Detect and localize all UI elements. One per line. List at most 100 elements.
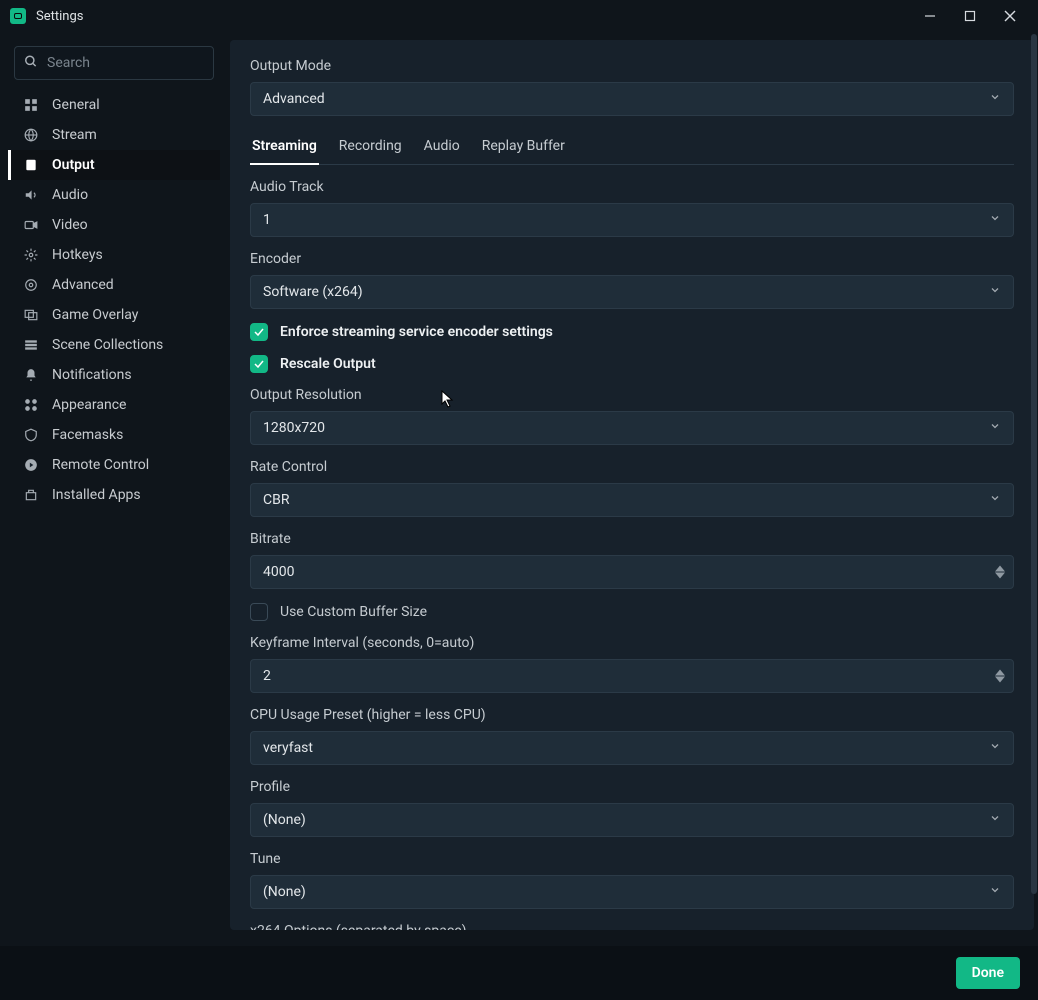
tab-streaming[interactable]: Streaming <box>250 132 319 164</box>
globe-icon <box>22 128 40 142</box>
output-tabs: Streaming Recording Audio Replay Buffer <box>250 132 1014 165</box>
apps-icon <box>22 488 40 502</box>
audio-track-label: Audio Track <box>250 179 1014 195</box>
custom-buffer-checkbox[interactable] <box>250 603 268 621</box>
audio-track-select[interactable]: 1 <box>250 203 1014 237</box>
video-icon <box>22 218 40 232</box>
output-icon <box>22 158 40 172</box>
rate-control-select[interactable]: CBR <box>250 483 1014 517</box>
bitrate-label: Bitrate <box>250 531 1014 547</box>
tune-label: Tune <box>250 851 1014 867</box>
sidebar-item-label: Audio <box>52 187 88 203</box>
profile-select[interactable]: (None) <box>250 803 1014 837</box>
gear-icon <box>22 248 40 262</box>
chevron-down-icon <box>989 91 1001 107</box>
output-mode-select[interactable]: Advanced <box>250 82 1014 116</box>
x264-options-label: x264 Options (separated by space) <box>250 923 1014 930</box>
maximize-button[interactable] <box>950 2 990 30</box>
close-button[interactable] <box>990 2 1030 30</box>
chevron-down-icon <box>989 212 1001 228</box>
palette-icon <box>22 398 40 412</box>
bitrate-input[interactable]: 4000 <box>250 555 1014 589</box>
encoder-select[interactable]: Software (x264) <box>250 275 1014 309</box>
window-title: Settings <box>36 9 83 24</box>
sidebar-item-appearance[interactable]: Appearance <box>8 390 220 420</box>
tab-recording[interactable]: Recording <box>337 132 404 164</box>
sidebar-item-output[interactable]: Output <box>8 150 220 180</box>
sidebar-item-hotkeys[interactable]: Hotkeys <box>8 240 220 270</box>
sidebar-item-label: Output <box>52 157 95 173</box>
tune-value: (None) <box>263 884 306 900</box>
cpu-preset-label: CPU Usage Preset (higher = less CPU) <box>250 707 1014 723</box>
sidebar-item-label: Scene Collections <box>52 337 163 353</box>
sidebar-item-remote-control[interactable]: Remote Control <box>8 450 220 480</box>
sidebar-item-audio[interactable]: Audio <box>8 180 220 210</box>
enforce-label: Enforce streaming service encoder settin… <box>280 324 553 340</box>
rate-control-value: CBR <box>263 492 289 508</box>
profile-value: (None) <box>263 812 306 828</box>
sliders-icon <box>22 278 40 292</box>
chevron-down-icon <box>989 884 1001 900</box>
sidebar-item-game-overlay[interactable]: Game Overlay <box>8 300 220 330</box>
sidebar-item-general[interactable]: General <box>8 90 220 120</box>
tune-select[interactable]: (None) <box>250 875 1014 909</box>
search-icon <box>24 54 38 73</box>
grid-icon <box>22 98 40 112</box>
keyframe-value: 2 <box>263 668 271 684</box>
sidebar-item-label: General <box>52 97 100 113</box>
sidebar-item-label: Appearance <box>52 397 126 413</box>
titlebar: Settings <box>0 0 1038 32</box>
output-resolution-select[interactable]: 1280x720 <box>250 411 1014 445</box>
remote-icon <box>22 458 40 472</box>
minimize-button[interactable] <box>910 2 950 30</box>
encoder-label: Encoder <box>250 251 1014 267</box>
chevron-down-icon <box>989 420 1001 436</box>
rescale-label: Rescale Output <box>280 356 376 372</box>
rescale-checkbox[interactable] <box>250 355 268 373</box>
enforce-checkbox[interactable] <box>250 323 268 341</box>
bell-icon <box>22 368 40 382</box>
sidebar-item-label: Facemasks <box>52 427 123 443</box>
sidebar-item-video[interactable]: Video <box>8 210 220 240</box>
sidebar-item-installed-apps[interactable]: Installed Apps <box>8 480 220 510</box>
sidebar-item-label: Notifications <box>52 367 132 383</box>
sidebar-item-advanced[interactable]: Advanced <box>8 270 220 300</box>
output-resolution-value: 1280x720 <box>263 420 325 436</box>
keyframe-input[interactable]: 2 <box>250 659 1014 693</box>
sidebar-item-scene-collections[interactable]: Scene Collections <box>8 330 220 360</box>
chevron-down-icon <box>989 740 1001 756</box>
footer: Done <box>0 946 1038 1000</box>
bitrate-value: 4000 <box>263 564 294 580</box>
cpu-preset-select[interactable]: veryfast <box>250 731 1014 765</box>
scrollbar-thumb[interactable] <box>1031 34 1037 894</box>
done-button[interactable]: Done <box>956 957 1020 989</box>
chevron-down-icon <box>989 284 1001 300</box>
main-panel: Output Mode Advanced Streaming Recording… <box>230 40 1034 930</box>
audio-track-value: 1 <box>263 212 271 228</box>
sidebar-item-label: Advanced <box>52 277 114 293</box>
sidebar-item-facemasks[interactable]: Facemasks <box>8 420 220 450</box>
sidebar-item-label: Game Overlay <box>52 307 138 323</box>
custom-buffer-label: Use Custom Buffer Size <box>280 604 427 620</box>
collections-icon <box>22 338 40 352</box>
output-resolution-label: Output Resolution <box>250 387 1014 403</box>
search-input[interactable] <box>14 46 214 80</box>
scrollbar[interactable] <box>1030 34 1038 944</box>
output-mode-value: Advanced <box>263 91 325 107</box>
tab-audio[interactable]: Audio <box>422 132 462 164</box>
sidebar-item-label: Remote Control <box>52 457 149 473</box>
overlay-icon <box>22 308 40 322</box>
sidebar-item-label: Hotkeys <box>52 247 103 263</box>
sidebar-item-label: Video <box>52 217 88 233</box>
sidebar-item-notifications[interactable]: Notifications <box>8 360 220 390</box>
sidebar-item-stream[interactable]: Stream <box>8 120 220 150</box>
stepper-icon[interactable] <box>995 566 1005 579</box>
app-icon <box>10 8 26 24</box>
stepper-icon[interactable] <box>995 670 1005 683</box>
profile-label: Profile <box>250 779 1014 795</box>
tab-replay-buffer[interactable]: Replay Buffer <box>480 132 567 164</box>
sidebar-item-label: Installed Apps <box>52 487 141 503</box>
cpu-preset-value: veryfast <box>263 740 313 756</box>
mask-icon <box>22 428 40 442</box>
encoder-value: Software (x264) <box>263 284 363 300</box>
